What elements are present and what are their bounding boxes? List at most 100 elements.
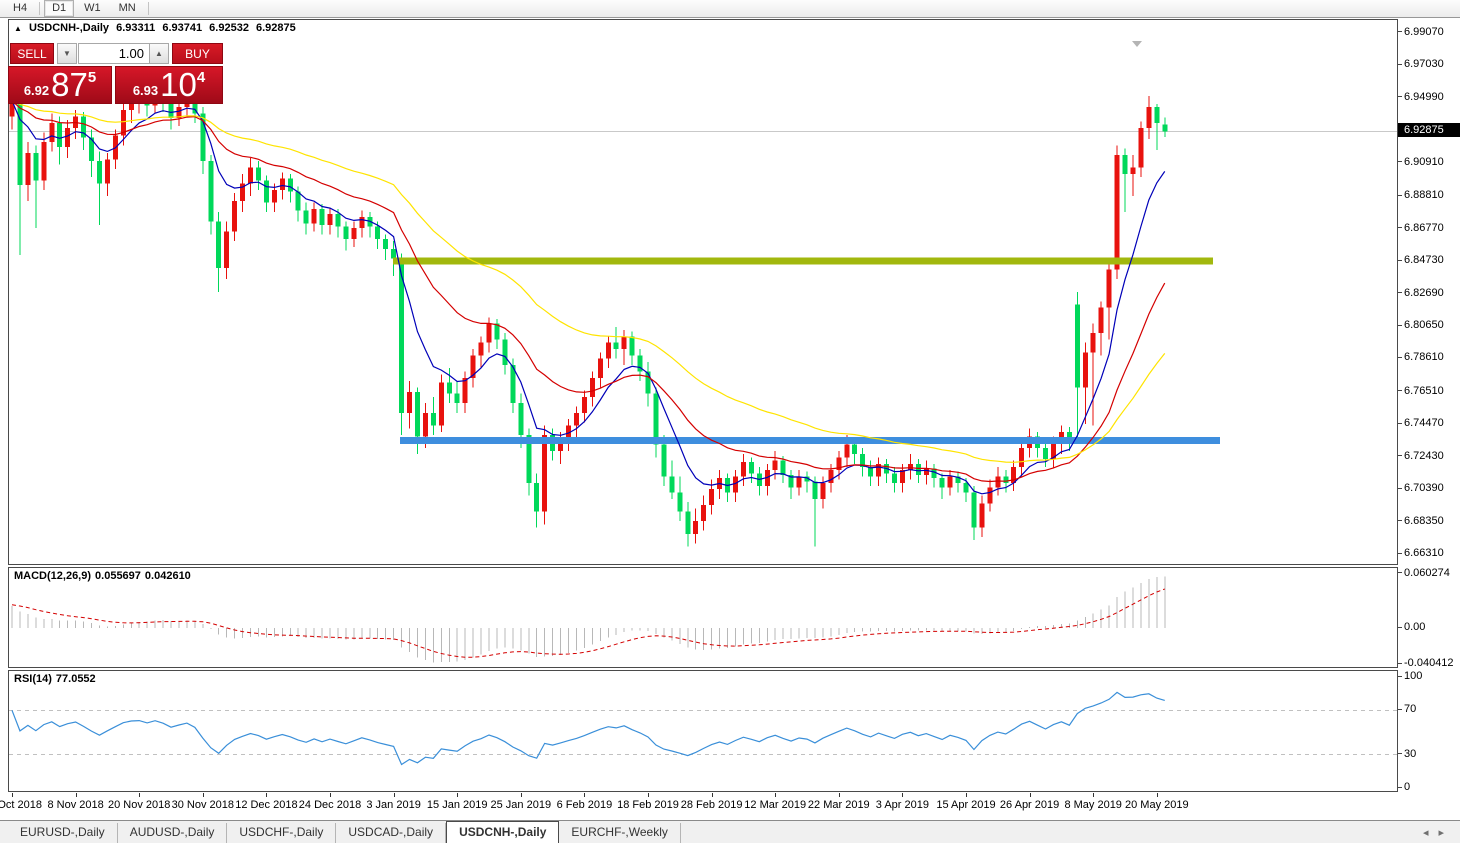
price-axis-label: 6.76510: [1404, 384, 1444, 397]
tab-scroll-left-icon[interactable]: ◂: [1423, 827, 1439, 839]
price-axis-label: 6.97030: [1404, 58, 1444, 71]
date-axis-label: 8 May 2019: [1064, 799, 1122, 811]
rsi-axis-label: 70: [1404, 703, 1417, 716]
date-axis-tick: [393, 793, 395, 797]
macd-label: MACD(12,26,9) 0.055697 0.042610: [14, 570, 195, 582]
rsi-name: RSI(14): [14, 673, 52, 685]
chart-tab-eurchf[interactable]: EURCHF-,Weekly: [559, 823, 681, 843]
timeframe-button-h4[interactable]: H4: [5, 0, 35, 17]
rsi-indicator-pane[interactable]: RSI(14) 77.0552: [8, 670, 1398, 792]
date-axis-tick: [711, 793, 713, 797]
date-axis-label: 3 Apr 2019: [875, 799, 929, 811]
price-axis-label: 6.88810: [1404, 189, 1444, 202]
volume-increase-button[interactable]: ▲: [149, 43, 169, 64]
date-axis-label: 20 Nov 2018: [107, 799, 171, 811]
buy-price-box[interactable]: 6.93 10 4: [115, 66, 223, 104]
price-axis-label: 6.70390: [1404, 482, 1444, 495]
price-axis[interactable]: 6.92875 6.99070 6.97030 6.94990 6.90910 6.88…: [1398, 19, 1460, 793]
rsi-value: 77.0552: [55, 673, 96, 685]
price-axis-label: 6.84730: [1404, 254, 1444, 267]
ohlc-low: 6.92532: [209, 22, 249, 34]
chart-tab-eurusd[interactable]: EURUSD-,Daily: [8, 823, 118, 843]
date-axis-tick: [457, 793, 459, 797]
price-axis-label: 6.80650: [1404, 319, 1444, 331]
price-axis-label: 6.82690: [1404, 286, 1444, 299]
volume-input[interactable]: [78, 43, 150, 64]
chart-tab-usdcad[interactable]: USDCAD-,Daily: [336, 823, 447, 843]
price-axis-label: 6.68350: [1404, 514, 1444, 527]
date-axis-tick: [966, 793, 967, 797]
price-axis-tick: [1398, 96, 1402, 98]
date-axis-tick: [520, 793, 522, 797]
timeframe-button-w1[interactable]: W1: [76, 0, 109, 17]
date-axis-tick: [1029, 793, 1031, 797]
date-axis-label: 24 Dec 2018: [298, 799, 362, 811]
date-axis-tick: [1093, 793, 1095, 797]
date-axis-label: 8 Nov 2018: [47, 799, 104, 811]
price-axis-tick: [1398, 194, 1402, 196]
price-axis-tick: [1398, 487, 1402, 489]
price-axis-tick: [1398, 390, 1402, 392]
price-axis-tick: [1398, 259, 1402, 261]
price-axis-tick: [1398, 227, 1402, 229]
price-axis-tick: [1398, 161, 1402, 163]
date-axis-tick: [648, 793, 649, 797]
price-axis-label: 6.72430: [1404, 449, 1444, 462]
chart-tab-audusd[interactable]: AUDUSD-,Daily: [118, 823, 228, 843]
chart-tab-bar: EURUSD-,Daily AUDUSD-,Daily USDCHF-,Daily U…: [0, 820, 1460, 843]
ohlc-open: 6.93311: [116, 22, 156, 34]
ohlc-close: 6.92875: [256, 22, 296, 34]
date-axis-label: 25 Jan 2019: [490, 799, 552, 811]
macd-indicator-pane[interactable]: MACD(12,26,9) 0.055697 0.042610: [8, 567, 1398, 668]
date-axis-label: 26 Apr 2019: [999, 799, 1060, 811]
volume-decrease-button[interactable]: ▼: [57, 43, 77, 64]
price-axis-label: 6.78610: [1404, 351, 1444, 364]
chart-symbol: USDCNH-,Daily: [28, 22, 110, 34]
chart-tab-usdcnh[interactable]: USDCNH-,Daily: [446, 821, 560, 843]
tab-scroll-arrows: ◂▸: [1423, 826, 1454, 839]
date-axis-tick: [139, 793, 141, 797]
macd-chart[interactable]: [9, 568, 1397, 667]
date-axis-tick: [838, 793, 840, 797]
price-axis-label: 6.90910: [1404, 155, 1444, 168]
ohlc-high: 6.93741: [162, 22, 203, 34]
date-axis-tick: [775, 793, 777, 797]
buy-button[interactable]: BUY: [172, 43, 223, 64]
volume-increase-icon: ▲: [155, 49, 163, 58]
date-axis-label: 28 Feb 2019: [680, 799, 743, 811]
chart-tab-usdchf[interactable]: USDCHF-,Daily: [227, 823, 337, 843]
date-axis-label: 12 Dec 2018: [235, 799, 298, 811]
timeframe-toolbar: H4 D1 W1 MN: [0, 0, 1460, 18]
sell-price-box[interactable]: 6.92 87 5: [8, 66, 112, 104]
rsi-axis-label: 30: [1404, 747, 1417, 760]
sell-button[interactable]: SELL: [10, 43, 54, 64]
date-axis-tick: [1156, 793, 1158, 797]
date-axis-label: 29 Oct 2018: [0, 799, 42, 811]
date-axis[interactable]: 29 Oct 2018 8 Nov 201820 Nov 201830 Nov 2…: [0, 793, 1460, 819]
date-axis-tick: [266, 793, 268, 797]
sell-price-small: 6.92: [23, 83, 50, 98]
date-axis-tick: [75, 793, 77, 797]
collapse-icon[interactable]: ▲: [14, 24, 22, 33]
date-axis-label: 30 Nov 2018: [171, 799, 234, 811]
price-axis-tick: [1398, 324, 1402, 326]
price-axis-tick: [1398, 455, 1402, 457]
rsi-chart[interactable]: [9, 671, 1397, 791]
timeframe-button-d1[interactable]: D1: [44, 0, 75, 17]
timeframe-button-mn[interactable]: MN: [111, 0, 144, 17]
price-axis-label: 6.66310: [1404, 547, 1444, 560]
price-axis-tick: [1398, 356, 1402, 358]
macd-axis-tick: [1398, 572, 1402, 574]
toolbar-separator: [39, 2, 41, 15]
buy-price-big: 10: [160, 66, 197, 103]
autoscroll-marker-icon: [1132, 41, 1142, 47]
date-axis-label: 18 Feb 2019: [617, 799, 679, 811]
price-axis-tick: [1398, 63, 1402, 65]
toolbar-separator: [147, 2, 149, 15]
buy-price-small: 6.93: [132, 83, 159, 98]
tab-scroll-right-icon[interactable]: ▸: [1438, 827, 1454, 839]
sell-price-sup: 5: [87, 69, 97, 86]
sell-price-big: 87: [51, 66, 88, 103]
date-axis-tick: [584, 793, 586, 797]
rsi-axis-label: 0: [1404, 781, 1411, 793]
